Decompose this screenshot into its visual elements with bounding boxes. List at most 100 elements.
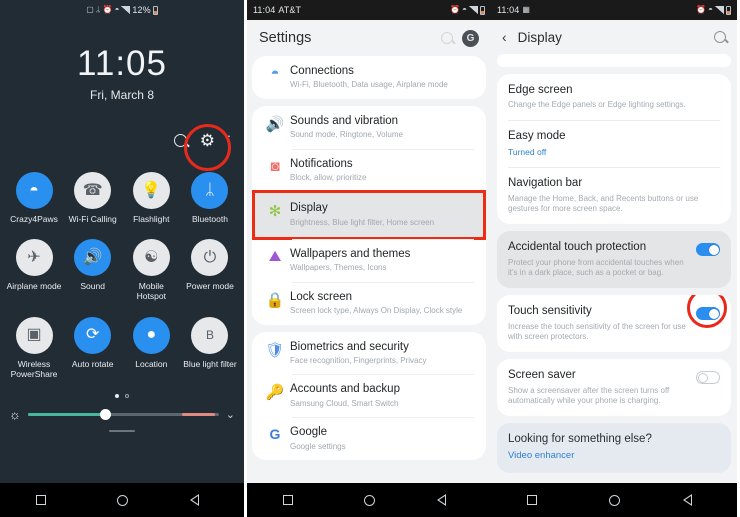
accidental-touch-protection-toggle[interactable] bbox=[696, 243, 720, 257]
settings-item-display[interactable]: ✻ Display Brightness, Blue light filter,… bbox=[252, 190, 486, 241]
display-group-accidental-touch: Accidental touch protection Protect your… bbox=[497, 231, 731, 289]
tile-wireless-powershare[interactable]: ▣ Wireless PowerShare bbox=[6, 316, 62, 379]
tile-wifi-calling[interactable]: ☎ Wi-Fi Calling bbox=[65, 172, 121, 224]
back-button[interactable] bbox=[190, 494, 208, 506]
brightness-slider[interactable] bbox=[27, 408, 219, 420]
battery-icon bbox=[480, 5, 485, 15]
settings-group-main: 🔊 Sounds and vibration Sound mode, Ringt… bbox=[252, 105, 486, 325]
chevron-down-icon[interactable]: ⌄ bbox=[226, 408, 235, 421]
item-title: Lock screen bbox=[290, 290, 353, 303]
item-subtitle: Wallpapers, Themes, Icons bbox=[290, 263, 387, 273]
nfc-icon: ▢ bbox=[86, 5, 94, 14]
item-title: Wallpapers and themes bbox=[290, 248, 411, 261]
home-button[interactable] bbox=[609, 494, 620, 506]
tile-airplane-mode[interactable]: ✈ Airplane mode bbox=[6, 239, 62, 301]
tile-location[interactable]: ● Location bbox=[123, 316, 179, 379]
tile-power-mode[interactable]: ⏻ Power mode bbox=[182, 239, 238, 301]
tile-bluetooth[interactable]: ᛦ Bluetooth bbox=[182, 172, 238, 224]
display-item-easy-mode[interactable]: Easy mode Turned off bbox=[497, 120, 731, 167]
settings-item-biometrics-and-security[interactable]: 🛡 Biometrics and security Face recogniti… bbox=[252, 332, 486, 375]
wallpaper-icon: ⛰ bbox=[268, 248, 282, 266]
display-item-accidental-touch-protection[interactable]: Accidental touch protection Protect your… bbox=[497, 231, 731, 288]
battery-percent: 12% bbox=[132, 5, 151, 15]
tile-sound[interactable]: 🔊 Sound bbox=[65, 239, 121, 301]
status-time: 11:04 bbox=[497, 5, 520, 15]
display-group-touch-sensitivity: Touch sensitivity Increase the touch sen… bbox=[497, 295, 731, 353]
item-title: Notifications bbox=[290, 157, 353, 170]
avatar[interactable]: G bbox=[462, 29, 479, 47]
page-dot[interactable] bbox=[125, 393, 129, 398]
tile-row: ◓ Crazy4Paws ☎ Wi-Fi Calling 💡 Flashligh… bbox=[6, 172, 238, 224]
toggle-knob bbox=[698, 372, 708, 383]
item-title: Display bbox=[290, 202, 328, 215]
screen-saver-toggle[interactable] bbox=[696, 371, 720, 385]
settings-item-notifications[interactable]: ◙ Notifications Block, allow, prioritize bbox=[252, 148, 486, 192]
tile-flashlight[interactable]: 💡 Flashlight bbox=[123, 172, 179, 224]
item-status: Turned off bbox=[508, 146, 547, 157]
display-item-screen-saver[interactable]: Screen saver Show a screensaver after th… bbox=[497, 359, 731, 416]
tile-blue-light-filter[interactable]: Β Blue light filter bbox=[182, 316, 238, 379]
item-title: Screen saver bbox=[508, 369, 576, 382]
display-header: ‹ Display bbox=[491, 20, 737, 54]
settings-item-google[interactable]: G Google Google settings bbox=[252, 417, 486, 460]
tile-row: ✈ Airplane mode 🔊 Sound ☯ Mobile Hotspot… bbox=[6, 239, 238, 301]
quick-settings-tiles: ◓ Crazy4Paws ☎ Wi-Fi Calling 💡 Flashligh… bbox=[0, 172, 244, 379]
slider-fill bbox=[27, 413, 105, 416]
display-item-edge-screen[interactable]: Edge screen Change the Edge panels or Ed… bbox=[497, 74, 731, 120]
drag-handle[interactable] bbox=[109, 429, 135, 433]
navigation-bar-3 bbox=[491, 483, 737, 517]
status-bar-1: ▢ ᛦ ⏰ ◓ 12% bbox=[0, 0, 244, 20]
home-button[interactable] bbox=[363, 494, 375, 506]
sound-icon: 🔊 bbox=[265, 115, 285, 133]
tile-mobile-hotspot[interactable]: ☯ Mobile Hotspot bbox=[123, 239, 179, 301]
item-title: Accidental touch protection bbox=[508, 241, 647, 254]
tile-auto-rotate[interactable]: ⟳ Auto rotate bbox=[65, 316, 121, 379]
item-title: Edge screen bbox=[508, 84, 573, 96]
screenshot-icon: ▦ bbox=[522, 5, 530, 14]
slider-thumb[interactable] bbox=[100, 408, 112, 420]
hotspot-icon: ☯ bbox=[132, 239, 170, 277]
tile-label: Auto rotate bbox=[71, 358, 114, 369]
display-item-touch-sensitivity[interactable]: Touch sensitivity Increase the touch sen… bbox=[497, 295, 731, 352]
home-button[interactable] bbox=[116, 494, 128, 506]
status-bar-2: 11:04 AT&T ⏰ ◓ bbox=[247, 0, 491, 20]
display-item-navigation-bar[interactable]: Navigation bar Manage the Home, Back, an… bbox=[497, 167, 731, 224]
tile-label: Blue light filter bbox=[183, 358, 237, 369]
recents-button[interactable] bbox=[527, 495, 537, 505]
annotation-circle-gear bbox=[184, 124, 231, 171]
settings-item-connections[interactable]: ◓ Connections Wi-Fi, Bluetooth, Data usa… bbox=[252, 56, 486, 99]
settings-item-sounds-and-vibration[interactable]: 🔊 Sounds and vibration Sound mode, Ringt… bbox=[252, 106, 486, 149]
item-title: Connections bbox=[290, 65, 354, 77]
tile-label: Crazy4Paws bbox=[10, 214, 58, 224]
settings-item-lock-screen[interactable]: 🔒 Lock screen Screen lock type, Always O… bbox=[252, 281, 486, 325]
location-icon: ● bbox=[132, 316, 170, 354]
back-arrow-icon[interactable]: ‹ bbox=[502, 29, 507, 45]
notifications-icon: ◙ bbox=[270, 157, 280, 175]
settings-item-wallpapers-and-themes[interactable]: ⛰ Wallpapers and themes Wallpapers, Them… bbox=[252, 239, 486, 282]
tile-crazy4paws[interactable]: ◓ Crazy4Paws bbox=[6, 172, 62, 224]
panel-display-settings: 11:04 ▦ ⏰ ◓ ‹ Display Edge screen Change… bbox=[491, 0, 737, 517]
search-icon[interactable] bbox=[441, 32, 453, 44]
page-dot-active[interactable] bbox=[115, 393, 119, 398]
back-button[interactable] bbox=[683, 494, 701, 506]
item-subtitle: Brightness, Blue light filter, Home scre… bbox=[290, 217, 435, 227]
status-time: 11:04 bbox=[253, 5, 276, 15]
signal-icon bbox=[121, 6, 131, 14]
display-settings-body: ‹ Display Edge screen Change the Edge pa… bbox=[491, 20, 737, 483]
wifi-icon: ◓ bbox=[708, 5, 713, 14]
back-button[interactable] bbox=[437, 494, 455, 506]
recents-button[interactable] bbox=[282, 495, 293, 505]
link-video-enhancer[interactable]: Video enhancer bbox=[497, 448, 731, 464]
tile-label: Power mode bbox=[186, 281, 234, 292]
settings-item-accounts-and-backup[interactable]: 🔑 Accounts and backup Samsung Cloud, Sma… bbox=[252, 374, 486, 417]
google-icon: G bbox=[269, 426, 281, 443]
search-icon[interactable] bbox=[714, 31, 726, 43]
recents-button[interactable] bbox=[35, 495, 46, 505]
page-title: Settings bbox=[259, 30, 312, 46]
page-title: Display bbox=[517, 29, 562, 45]
item-subtitle: Face recognition, Fingerprints, Privacy bbox=[290, 355, 427, 365]
tile-label: Wi-Fi Calling bbox=[68, 214, 117, 224]
item-title: Easy mode bbox=[508, 130, 566, 143]
carrier-label: AT&T bbox=[278, 5, 302, 15]
wifi-icon: ◓ bbox=[270, 65, 280, 82]
